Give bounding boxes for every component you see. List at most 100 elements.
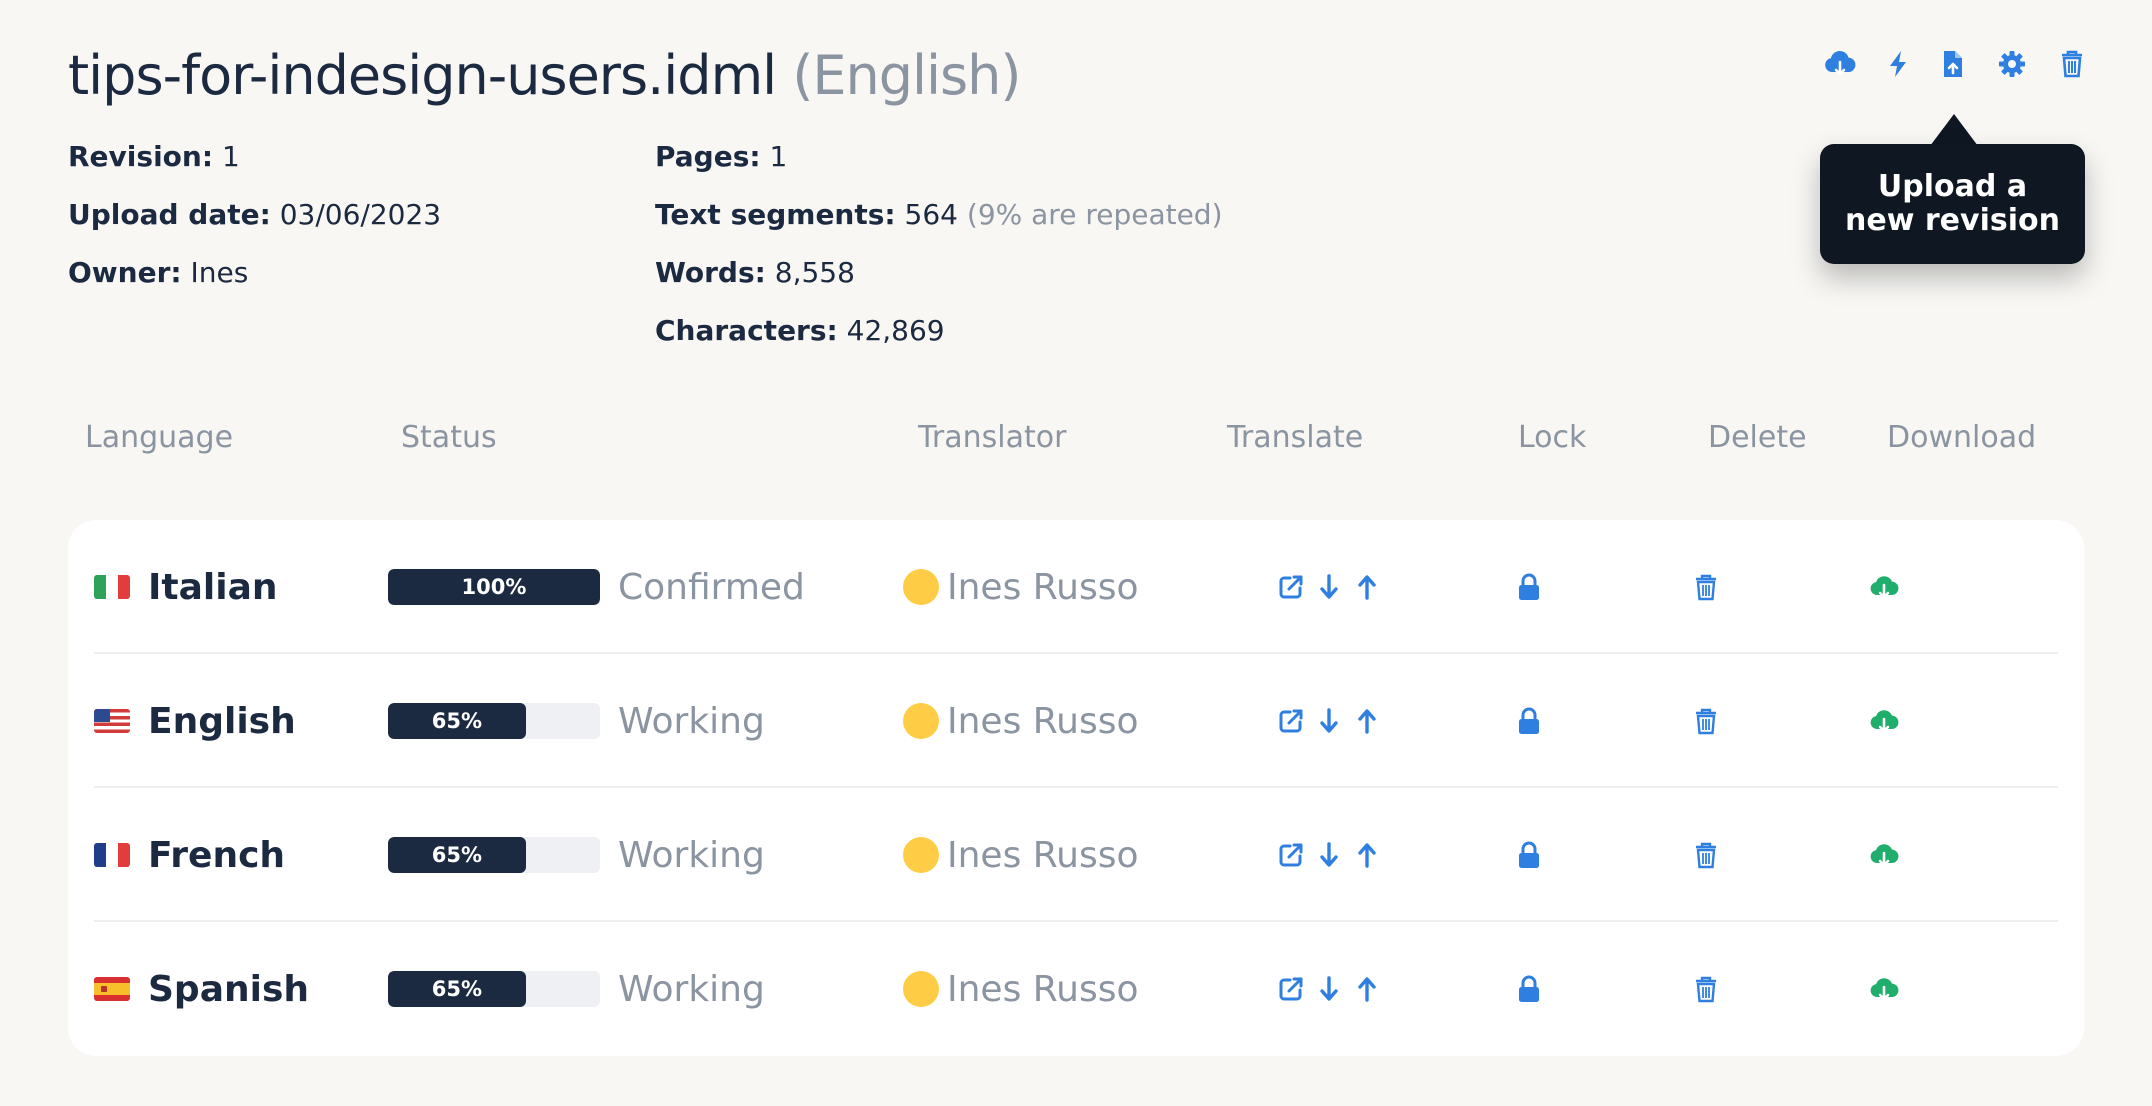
file-meta-left: Revision: 1 Upload date: 03/06/2023 Owne…	[68, 140, 441, 314]
open-editor-icon[interactable]	[1272, 568, 1310, 606]
progress-fill: 65%	[388, 703, 526, 739]
arrow-down-icon[interactable]	[1310, 702, 1348, 740]
cloud-download-icon[interactable]	[1865, 970, 1903, 1008]
progress-label: 100%	[461, 575, 527, 599]
cloud-download-icon[interactable]	[1820, 44, 1860, 84]
meta-label: Revision:	[68, 140, 214, 173]
language-name: French	[148, 834, 286, 876]
avatar	[903, 703, 939, 739]
meta-note: (9% are repeated)	[966, 198, 1223, 231]
gear-icon[interactable]	[1992, 44, 2032, 84]
download-cell	[1865, 922, 1903, 1056]
meta-value: 564	[904, 198, 958, 231]
column-header-lock: Lock	[1518, 420, 1587, 455]
arrow-up-icon[interactable]	[1348, 970, 1386, 1008]
language-cell: French	[94, 788, 285, 922]
translator-cell: Ines Russo	[903, 520, 1139, 654]
lock-icon[interactable]	[1510, 702, 1548, 740]
progress-label: 65%	[431, 843, 483, 867]
meta-pages: Pages: 1	[655, 140, 1223, 198]
delete-cell	[1687, 654, 1725, 788]
progress-fill: 65%	[388, 837, 526, 873]
download-cell	[1865, 654, 1903, 788]
translator-name: Ines Russo	[947, 566, 1139, 608]
table-row: French 65% Working Ines Russo	[94, 788, 2058, 922]
delete-cell	[1687, 788, 1725, 922]
translator-name: Ines Russo	[947, 968, 1139, 1010]
translate-actions	[1272, 788, 1386, 922]
lightning-icon[interactable]	[1878, 44, 1918, 84]
status-text: Working	[618, 700, 765, 742]
progress-bar: 65%	[388, 837, 600, 873]
trash-icon[interactable]	[1687, 970, 1725, 1008]
tooltip-text: Upload a new revision	[1845, 169, 2060, 238]
meta-characters: Characters: 42,869	[655, 314, 1223, 372]
lock-cell	[1510, 922, 1548, 1056]
meta-upload-date: Upload date: 03/06/2023	[68, 198, 441, 256]
spain-flag-icon	[94, 977, 130, 1001]
translate-actions	[1272, 654, 1386, 788]
cloud-download-icon[interactable]	[1865, 702, 1903, 740]
language-name: Spanish	[148, 968, 310, 1010]
delete-cell	[1687, 922, 1725, 1056]
column-header-translator: Translator	[918, 420, 1067, 455]
arrow-up-icon[interactable]	[1348, 568, 1386, 606]
progress-fill: 100%	[388, 569, 600, 605]
meta-value: 03/06/2023	[279, 198, 442, 231]
progress-label: 65%	[431, 709, 483, 733]
file-name: tips-for-indesign-users.idml	[68, 44, 777, 107]
translator-name: Ines Russo	[947, 834, 1139, 876]
language-cell: Italian	[94, 520, 278, 654]
avatar	[903, 569, 939, 605]
file-upload-icon[interactable]	[1932, 44, 1972, 84]
status-cell: 65% Working	[388, 654, 765, 788]
open-editor-icon[interactable]	[1272, 702, 1310, 740]
meta-label: Upload date:	[68, 198, 271, 231]
meta-owner: Owner: Ines	[68, 256, 441, 314]
trash-icon[interactable]	[1687, 568, 1725, 606]
lock-cell	[1510, 788, 1548, 922]
cloud-download-icon[interactable]	[1865, 836, 1903, 874]
arrow-up-icon[interactable]	[1348, 836, 1386, 874]
avatar	[903, 971, 939, 1007]
language-cell: English	[94, 654, 296, 788]
download-cell	[1865, 788, 1903, 922]
languages-table: Italian 100% Confirmed Ines Russo Englis…	[68, 520, 2084, 1056]
open-editor-icon[interactable]	[1272, 970, 1310, 1008]
lock-icon[interactable]	[1510, 970, 1548, 1008]
language-cell: Spanish	[94, 922, 309, 1056]
lock-icon[interactable]	[1510, 568, 1548, 606]
us-flag-icon	[94, 709, 130, 733]
status-text: Working	[618, 968, 765, 1010]
trash-icon[interactable]	[2052, 44, 2092, 84]
meta-words: Words: 8,558	[655, 256, 1223, 314]
arrow-down-icon[interactable]	[1310, 836, 1348, 874]
status-text: Working	[618, 834, 765, 876]
lock-icon[interactable]	[1510, 836, 1548, 874]
translate-actions	[1272, 520, 1386, 654]
table-row: Italian 100% Confirmed Ines Russo	[94, 520, 2058, 654]
table-row: Spanish 65% Working Ines Russo	[94, 922, 2058, 1056]
cloud-download-icon[interactable]	[1865, 568, 1903, 606]
column-header-language: Language	[85, 420, 234, 455]
meta-value: Ines	[190, 256, 249, 289]
column-header-delete: Delete	[1708, 420, 1807, 455]
avatar	[903, 837, 939, 873]
lock-cell	[1510, 654, 1548, 788]
open-editor-icon[interactable]	[1272, 836, 1310, 874]
arrow-up-icon[interactable]	[1348, 702, 1386, 740]
upload-revision-tooltip: Upload a new revision	[1820, 144, 2085, 264]
language-name: English	[148, 700, 296, 742]
progress-bar: 100%	[388, 569, 600, 605]
trash-icon[interactable]	[1687, 836, 1725, 874]
status-cell: 65% Working	[388, 922, 765, 1056]
arrow-down-icon[interactable]	[1310, 568, 1348, 606]
trash-icon[interactable]	[1687, 702, 1725, 740]
file-toolbar	[1820, 44, 2090, 84]
meta-label: Owner:	[68, 256, 182, 289]
meta-label: Characters:	[655, 314, 838, 347]
meta-value: 1	[769, 140, 788, 173]
arrow-down-icon[interactable]	[1310, 970, 1348, 1008]
delete-cell	[1687, 520, 1725, 654]
progress-bar: 65%	[388, 971, 600, 1007]
